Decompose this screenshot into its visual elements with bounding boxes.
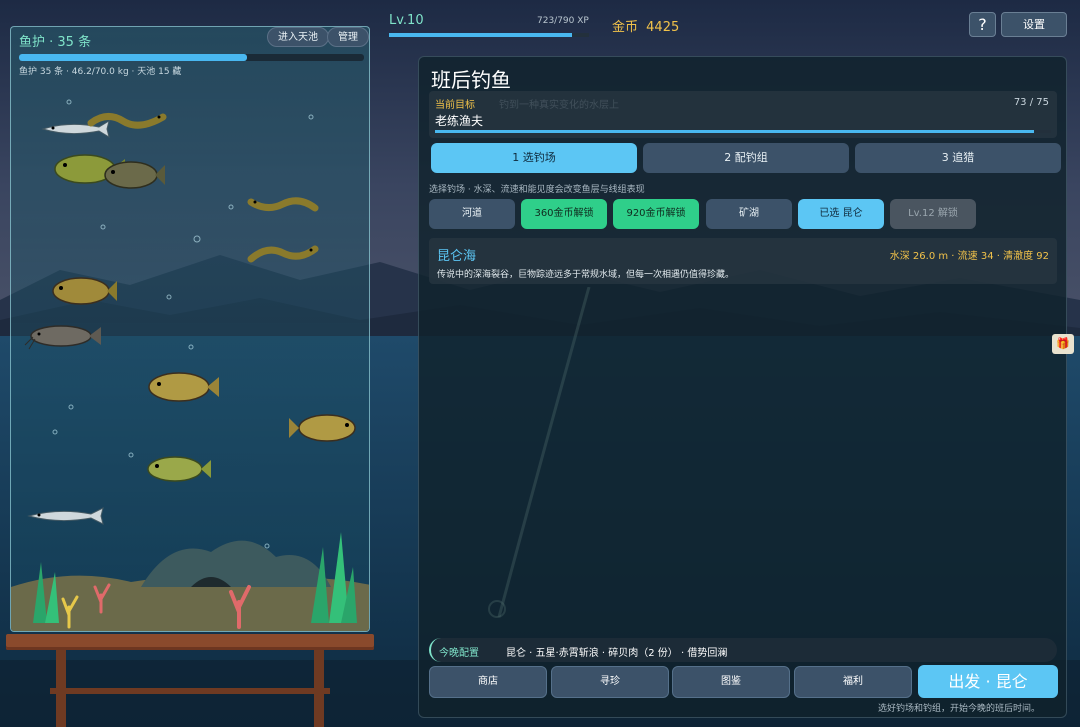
grouper-icon (52, 277, 117, 305)
spot-mine-lake-button[interactable]: 矿湖 (706, 199, 792, 229)
page-title: 班后钓鱼 (431, 68, 511, 92)
current-goal-card: 当前目标 钓到一种真实变化的水层上 73 / 75 老练渔夫 (429, 91, 1057, 138)
spot-info-card: 昆仑海 水深 26.0 m · 流速 34 · 清澈度 92 传说中的深海裂谷，… (429, 238, 1057, 284)
fishing-rod-silhouette (488, 287, 591, 618)
spot-hint: 选择钓场 · 水深、流速和能见度会改变鱼层与线组表现 (429, 185, 645, 195)
config-value: 昆仑 · 五星·赤霄斩浪 · 碎贝肉（2 份） · 借势回澜 (506, 648, 728, 659)
goal-progress-bar (435, 130, 1051, 133)
bass-icon (147, 456, 211, 482)
goal-progress-fill (435, 130, 1035, 133)
treasure-button[interactable]: 寻珍 (551, 666, 669, 698)
goal-label: 当前目标 (435, 100, 475, 111)
fishing-panel: 班后钓鱼 当前目标 钓到一种真实变化的水层上 73 / 75 老练渔夫 1 选钓… (418, 56, 1067, 718)
tonight-config-bar: 今晚配置 昆仑 · 五星·赤霄斩浪 · 碎贝肉（2 份） · 借势回澜 (429, 638, 1057, 662)
goal-name: 老练渔夫 (435, 114, 484, 128)
tab-hunt[interactable]: 3 追猎 (855, 143, 1061, 173)
eel-icon (247, 197, 319, 212)
spot-unlock-360-button[interactable]: 360金币解锁 (521, 199, 607, 229)
goal-ghost-text: 钓到一种真实变化的水层上 (499, 100, 619, 111)
spot-stats: 水深 26.0 m · 流速 34 · 清澈度 92 (889, 251, 1049, 262)
tank-stand-crossbar (50, 688, 330, 694)
eel-icon (87, 113, 167, 129)
side-gift-icon[interactable]: 🎁 (1052, 334, 1074, 354)
catfish-icon (24, 325, 101, 350)
eel-icon (247, 245, 319, 263)
xp-readout: 723/790 XP (537, 16, 589, 26)
xp-bar-fill (389, 33, 572, 37)
goal-count: 73 / 75 (1013, 97, 1049, 108)
help-button[interactable]: ? (969, 12, 996, 37)
spot-locked-button[interactable]: Lv.12 解锁 (890, 199, 976, 229)
spot-unlock-920-button[interactable]: 920金币解锁 (613, 199, 699, 229)
spot-river-button[interactable]: 河道 (429, 199, 515, 229)
shop-button[interactable]: 商店 (429, 666, 547, 698)
spot-kunlun-button[interactable]: 已选 昆仑 (798, 199, 884, 229)
tab-setup-rig[interactable]: 2 配钓组 (643, 143, 849, 173)
depart-button[interactable]: 出发 · 昆仑 (918, 665, 1058, 698)
player-level: Lv.10 (389, 13, 424, 28)
grouper-icon (148, 372, 219, 402)
config-label: 今晚配置 (439, 648, 479, 659)
fish-tank: 鱼护 · 35 条 进入天池 管理 鱼护 35 条 · 46.2/70.0 kg… (10, 26, 370, 632)
encyclopedia-button[interactable]: 图鉴 (672, 666, 790, 698)
coin-balance: 金币 4425 (612, 16, 679, 35)
spot-description: 传说中的深海裂谷，巨物踪迹远多于常规水域，但每一次相遇仍值得珍藏。 (437, 270, 735, 280)
benefits-button[interactable]: 福利 (794, 666, 912, 698)
coins-label: 金币 (612, 20, 639, 35)
tank-stand-top (6, 634, 374, 650)
depart-hint: 选好钓场和钓组，开始今晚的班后时间。 (878, 704, 1041, 714)
spot-name: 昆仑海 (437, 249, 477, 264)
grouper-icon (104, 161, 165, 189)
tab-select-spot[interactable]: 1 选钓场 (431, 143, 637, 173)
settings-button[interactable]: 设置 (1001, 12, 1067, 37)
needlefish-icon (27, 507, 104, 525)
grouper-icon (289, 414, 356, 442)
xp-bar (389, 33, 589, 37)
coins-value: 4425 (646, 20, 680, 35)
